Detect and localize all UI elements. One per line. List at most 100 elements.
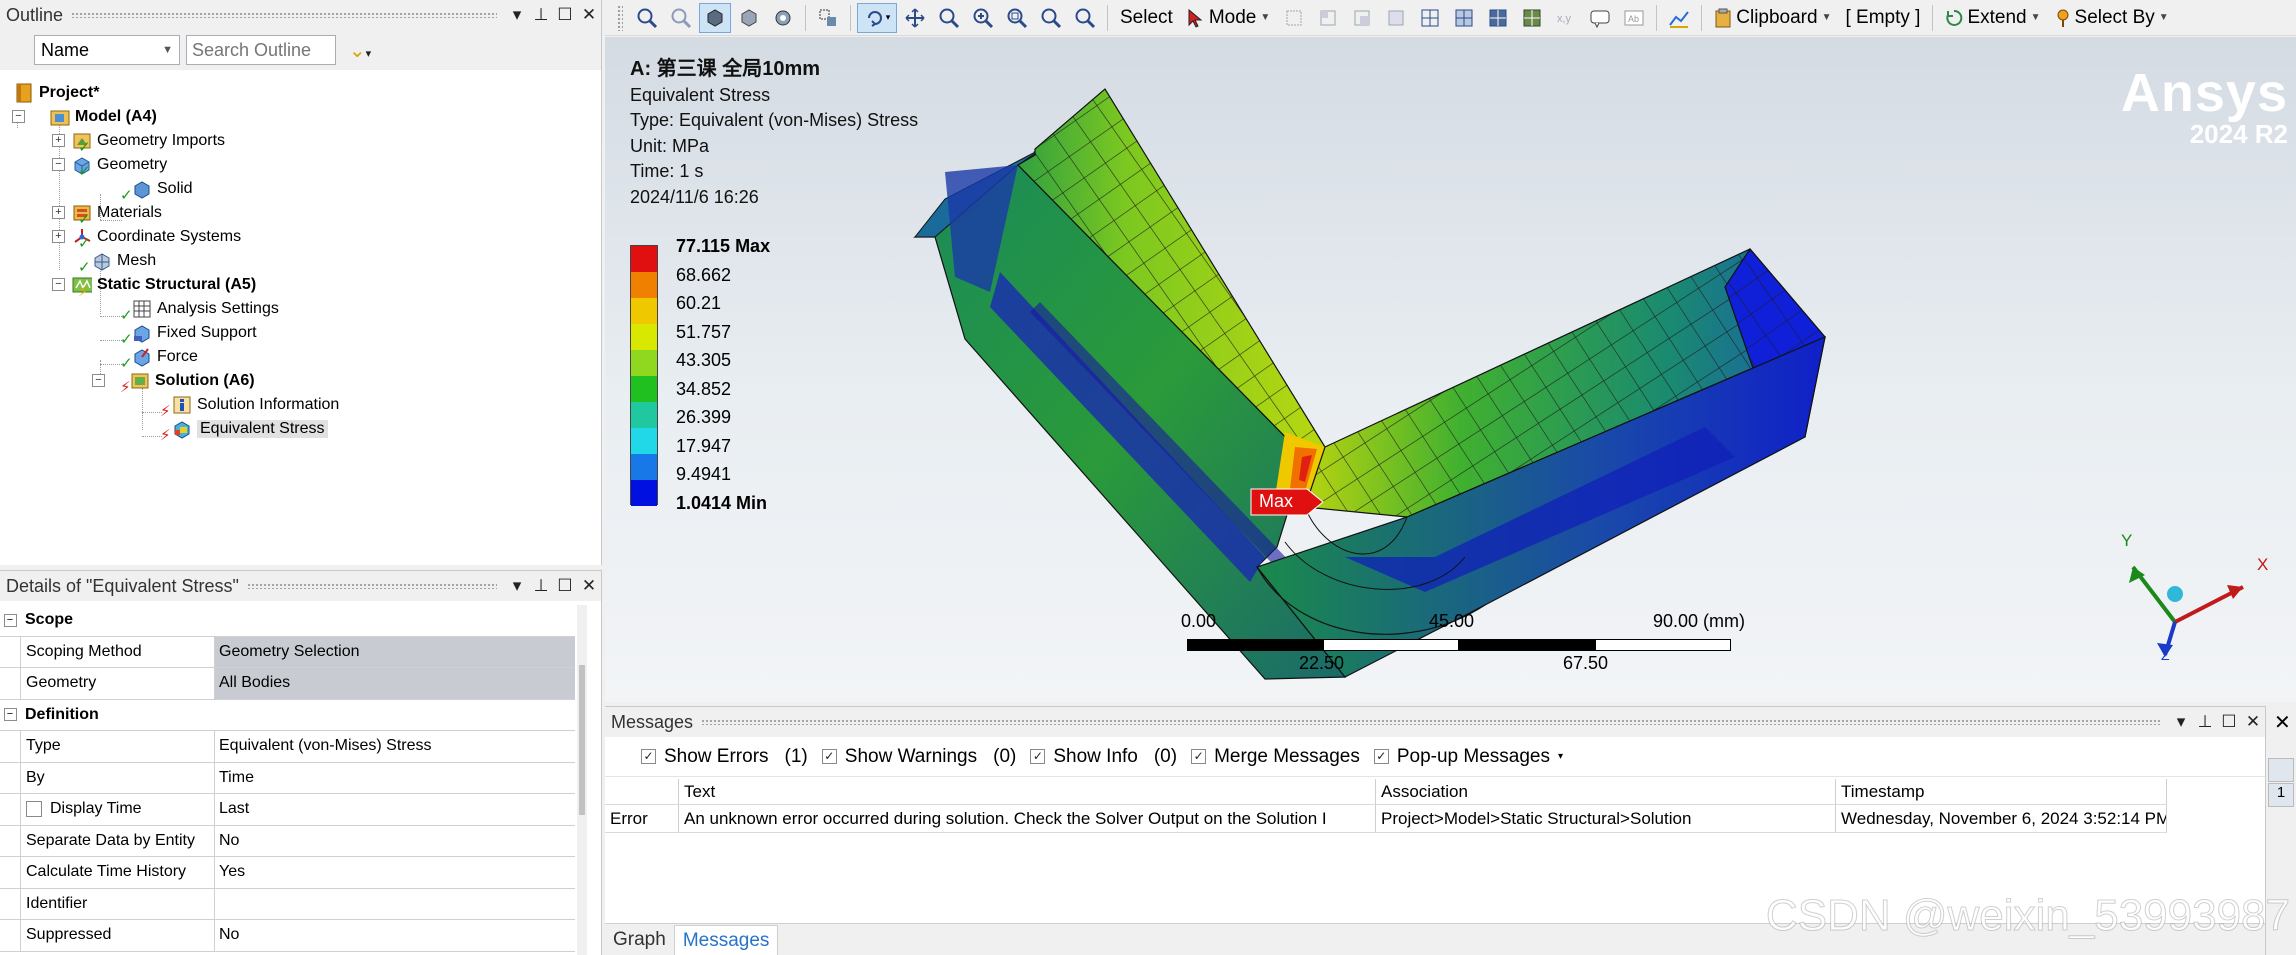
expand-icon[interactable]: + bbox=[52, 230, 65, 243]
group-definition[interactable]: − Definition bbox=[0, 699, 575, 731]
select-face-icon[interactable] bbox=[1346, 3, 1378, 33]
close-icon[interactable]: ✕ bbox=[2241, 712, 2265, 732]
row-value[interactable]: No bbox=[215, 826, 575, 857]
row-suppressed[interactable]: Suppressed No bbox=[0, 920, 575, 952]
pin-icon[interactable]: ⊥ bbox=[529, 576, 553, 596]
fit-icon[interactable] bbox=[1035, 3, 1067, 33]
checkbox-checked-icon[interactable]: ✓ bbox=[1191, 749, 1207, 764]
toolbar-grip[interactable] bbox=[617, 4, 623, 31]
outline-search-input[interactable] bbox=[186, 35, 336, 65]
checkbox-checked-icon[interactable]: ✓ bbox=[1373, 749, 1389, 764]
row-value[interactable]: Last bbox=[215, 794, 575, 825]
collapse-icon[interactable]: − bbox=[3, 708, 17, 722]
select-vertex-icon[interactable] bbox=[1278, 3, 1310, 33]
row-by[interactable]: By Time bbox=[0, 762, 575, 794]
tree-item-force[interactable]: Force bbox=[132, 345, 198, 369]
graphics-viewport[interactable]: A: 第三课 全局10mm Equivalent Stress Type: Eq… bbox=[605, 37, 2296, 702]
zoom-in-icon[interactable] bbox=[967, 3, 999, 33]
collapse-icon[interactable]: − bbox=[3, 613, 17, 627]
tree-item-materials[interactable]: + Materials bbox=[52, 201, 162, 225]
expand-icon[interactable]: + bbox=[52, 134, 65, 147]
tree-item-solution[interactable]: − Solution (A6) bbox=[92, 369, 255, 393]
select-by-dropdown[interactable]: Select By ▼ bbox=[2049, 7, 2175, 29]
maximize-icon[interactable]: ☐ bbox=[553, 576, 577, 596]
select-node-icon[interactable] bbox=[1414, 3, 1446, 33]
column-header-association[interactable]: Association bbox=[1376, 779, 1836, 804]
tree-item-project[interactable]: Project* bbox=[14, 81, 99, 105]
pane-grip[interactable] bbox=[246, 583, 497, 589]
max-probe-label[interactable]: Max bbox=[1249, 485, 1329, 526]
coordinate-triad[interactable]: Y X Z bbox=[2093, 487, 2273, 667]
pane-grip[interactable] bbox=[701, 719, 2161, 725]
chart-icon[interactable] bbox=[1663, 3, 1695, 33]
merge-messages-toggle[interactable]: ✓ Merge Messages bbox=[1191, 746, 1360, 768]
mode-dropdown[interactable]: Mode ▼ bbox=[1181, 7, 1276, 29]
details-scrollbar[interactable] bbox=[577, 605, 587, 955]
row-value[interactable] bbox=[215, 889, 575, 920]
pin-icon[interactable]: ⊥ bbox=[2193, 712, 2217, 732]
row-identifier[interactable]: Identifier bbox=[0, 888, 575, 920]
extend-dropdown[interactable]: Extend ▼ bbox=[1939, 7, 2046, 29]
shaded-view-icon[interactable] bbox=[733, 3, 765, 33]
tab-graph[interactable]: Graph bbox=[605, 925, 674, 955]
select-mesh-icon[interactable] bbox=[1516, 3, 1548, 33]
tree-item-equivalent-stress[interactable]: Equivalent Stress bbox=[172, 417, 328, 441]
rotate-icon[interactable]: ▾ bbox=[857, 2, 897, 33]
box-zoom-icon[interactable] bbox=[1001, 3, 1033, 33]
show-warnings-toggle[interactable]: ✓ Show Warnings (0) bbox=[821, 746, 1016, 768]
zoom-out-icon[interactable] bbox=[665, 3, 697, 33]
row-calculate-time-history[interactable]: Calculate Time History Yes bbox=[0, 857, 575, 889]
tree-item-model[interactable]: − Model (A4) bbox=[12, 105, 157, 129]
selection-filter-icon[interactable] bbox=[812, 3, 844, 33]
tree-item-analysis-settings[interactable]: Analysis Settings bbox=[132, 297, 279, 321]
pin-icon[interactable]: ⊥ bbox=[529, 5, 553, 25]
table-row[interactable]: Error An unknown error occurred during s… bbox=[605, 805, 2167, 833]
row-value[interactable]: Geometry Selection bbox=[215, 636, 575, 667]
row-value[interactable]: No bbox=[215, 920, 575, 951]
pane-menu-icon[interactable]: ▾ bbox=[505, 576, 529, 596]
filter-options-icon[interactable]: ⌄▾ bbox=[342, 38, 378, 63]
row-scoping-method[interactable]: Scoping Method Geometry Selection bbox=[0, 636, 575, 668]
filter-type-combo[interactable]: Name ▼ bbox=[34, 35, 180, 65]
select-element-icon[interactable] bbox=[1482, 3, 1514, 33]
magnifier-icon[interactable] bbox=[1069, 3, 1101, 33]
collapse-icon[interactable]: − bbox=[52, 158, 65, 171]
collapse-icon[interactable]: − bbox=[52, 278, 65, 291]
show-info-toggle[interactable]: ✓ Show Info (0) bbox=[1030, 746, 1177, 768]
row-value[interactable]: Yes bbox=[215, 857, 575, 888]
expand-icon[interactable]: + bbox=[52, 206, 65, 219]
popup-messages-dropdown[interactable]: ✓ Pop-up Messages ▾ bbox=[1373, 746, 1563, 768]
zoom-icon[interactable] bbox=[933, 3, 965, 33]
maximize-icon[interactable]: ☐ bbox=[553, 5, 577, 25]
row-type[interactable]: Type Equivalent (von-Mises) Stress bbox=[0, 731, 575, 763]
pane-menu-icon[interactable]: ▾ bbox=[2169, 712, 2193, 732]
display-time-checkbox[interactable] bbox=[26, 801, 42, 818]
label-icon[interactable] bbox=[1584, 3, 1616, 33]
row-separate-data[interactable]: Separate Data by Entity No bbox=[0, 825, 575, 857]
pan-icon[interactable] bbox=[899, 3, 931, 33]
display-options-icon[interactable] bbox=[767, 3, 799, 33]
tab-messages[interactable]: Messages bbox=[673, 925, 779, 955]
annotation-icon[interactable]: Ab bbox=[1618, 3, 1650, 33]
close-icon[interactable]: ✕ bbox=[577, 5, 601, 25]
strip-row-cell[interactable]: 1 bbox=[2268, 783, 2294, 807]
tree-item-fixed-support[interactable]: Fixed Support bbox=[132, 321, 257, 345]
pane-menu-icon[interactable]: ▾ bbox=[505, 5, 529, 25]
column-header[interactable] bbox=[605, 779, 679, 804]
checkbox-checked-icon[interactable]: ✓ bbox=[641, 749, 656, 764]
solid-view-icon[interactable] bbox=[699, 2, 731, 33]
collapse-icon[interactable]: − bbox=[92, 374, 105, 387]
tree-item-solution-information[interactable]: Solution Information bbox=[172, 393, 339, 417]
select-edge-icon[interactable] bbox=[1312, 3, 1344, 33]
collapse-icon[interactable]: − bbox=[12, 110, 25, 123]
checkbox-checked-icon[interactable]: ✓ bbox=[1030, 749, 1046, 764]
row-geometry[interactable]: Geometry All Bodies bbox=[0, 668, 575, 700]
scroll-thumb[interactable] bbox=[579, 665, 585, 815]
select-button[interactable]: Select bbox=[1114, 7, 1179, 29]
pane-grip[interactable] bbox=[71, 12, 497, 18]
tree-item-solid[interactable]: Solid bbox=[132, 177, 193, 201]
coordinates-icon[interactable]: x,y bbox=[1550, 3, 1582, 33]
select-body-icon[interactable] bbox=[1380, 3, 1412, 33]
row-value[interactable]: Time bbox=[215, 763, 575, 794]
group-scope[interactable]: − Scope bbox=[0, 605, 575, 637]
